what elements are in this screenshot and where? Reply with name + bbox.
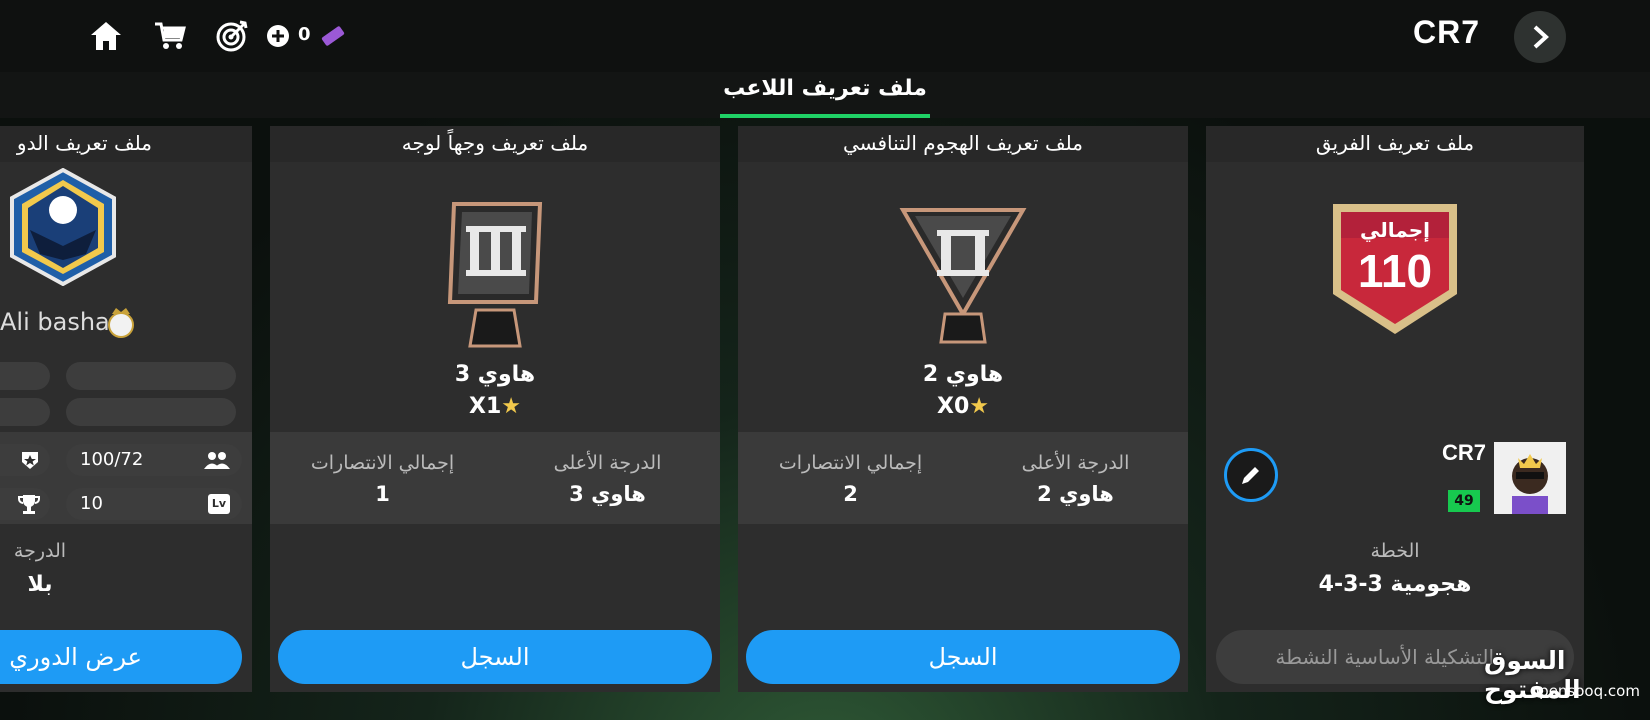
card-title: ملف تعريف الهجوم التنافسي: [738, 126, 1188, 162]
league-level: 10: [80, 493, 103, 514]
best-rank-value: هاوي 3: [569, 482, 646, 506]
tab-player-profile[interactable]: ملف تعريف اللاعب: [720, 76, 930, 118]
formation-value: 4-3-3 هجومية: [1318, 572, 1472, 597]
league-rank-value: بلا: [27, 572, 53, 597]
total-wins-value: 2: [843, 482, 858, 506]
league-field-1: [66, 362, 236, 390]
card-title: ملف تعريف الفريق: [1206, 126, 1584, 162]
league-field-3: [66, 398, 236, 426]
stats-band: الدرجة الأعلى هاوي 2 إجمالي الانتصارات 2: [738, 432, 1188, 524]
rating-badge: إجمالي 110: [1325, 198, 1465, 338]
card-title: ملف تعريف الدو: [0, 126, 252, 162]
badge-value: 110: [1357, 245, 1433, 297]
total-wins-stat: إجمالي الانتصارات 2: [738, 452, 963, 506]
shield-star-icon: [22, 452, 38, 469]
division-3-trophy-icon: [440, 194, 550, 354]
history-button[interactable]: السجل: [278, 630, 712, 684]
league-level-pill: 10 Lv: [66, 488, 242, 520]
watermark-domain: opensooq.com: [1530, 682, 1640, 700]
star-icon: ★: [501, 394, 521, 419]
league-trophy-pill: [0, 488, 50, 520]
star-icon: ★: [969, 394, 989, 419]
stars-count: X0: [936, 394, 970, 419]
rivals-profile-card: ملف تعريف الهجوم التنافسي هاوي 2 X0★ الد…: [738, 126, 1188, 692]
manager-level: 49: [1448, 490, 1480, 512]
home-icon[interactable]: [86, 16, 126, 56]
total-wins-label: إجمالي الانتصارات: [310, 452, 455, 474]
badge-label: إجمالي: [1360, 218, 1430, 242]
chevron-right-icon: [1533, 25, 1549, 49]
division-2-trophy-icon: [893, 202, 1033, 352]
league-rank-pill: [0, 444, 50, 476]
plus-icon[interactable]: [264, 16, 292, 56]
league-field-2: [0, 362, 50, 390]
rank-name: هاوي 3: [454, 362, 536, 387]
team-profile-card: ملف تعريف الفريق إجمالي 110 CR7 49 الخطة…: [1206, 126, 1584, 692]
ticket-icon: [318, 16, 348, 56]
coin-count: 0: [298, 24, 311, 45]
league-crest-icon: [8, 167, 118, 287]
card-title: ملف تعريف وجهاً لوجه: [270, 126, 720, 162]
rank-name: هاوي 2: [922, 362, 1004, 387]
total-wins-value: 1: [375, 482, 390, 506]
tab-underline: [720, 114, 930, 118]
back-button[interactable]: [1514, 11, 1566, 63]
league-rank-label: الدرجة: [13, 540, 67, 562]
club-name: CR7: [1412, 14, 1480, 50]
cart-icon[interactable]: [150, 16, 190, 56]
league-profile-card: ملف تعريف الدو Ali basha 100/72 10 Lv ال…: [0, 126, 252, 692]
stars-count: X1: [468, 394, 502, 419]
h2h-profile-card: ملف تعريف وجهاً لوجه هاوي 3 X1★ الدرجة ا…: [270, 126, 720, 692]
target-icon[interactable]: [212, 16, 252, 56]
league-owner-name: Ali basha: [0, 308, 110, 336]
members-icon: [204, 452, 230, 469]
total-wins-label: إجمالي الانتصارات: [778, 452, 923, 474]
total-wins-stat: إجمالي الانتصارات 1: [270, 452, 495, 506]
trophy-icon: [18, 495, 40, 514]
avatar: [1494, 442, 1566, 514]
level-icon: Lv: [208, 494, 230, 514]
best-rank-value: هاوي 2: [1037, 482, 1114, 506]
best-rank-label: الدرجة الأعلى: [553, 452, 662, 474]
league-members: 100/72: [80, 449, 144, 470]
league-members-pill: 100/72: [66, 444, 242, 476]
best-rank-stat: الدرجة الأعلى هاوي 3: [495, 452, 720, 506]
best-rank-label: الدرجة الأعلى: [1021, 452, 1130, 474]
stats-band: الدرجة الأعلى هاوي 3 إجمالي الانتصارات 1: [270, 432, 720, 524]
league-field-4: [0, 398, 50, 426]
rank-stars: X1★: [270, 394, 720, 419]
formation-label: الخطة: [1370, 540, 1420, 562]
club-badge-icon: [106, 306, 136, 340]
manager-name: CR7: [1441, 440, 1486, 465]
best-rank-stat: الدرجة الأعلى هاوي 2: [963, 452, 1188, 506]
rank-stars: X0★: [738, 394, 1188, 419]
history-button[interactable]: السجل: [746, 630, 1180, 684]
edit-button[interactable]: [1224, 448, 1278, 502]
view-league-button[interactable]: عرض الدوري: [0, 630, 242, 684]
pencil-icon: [1242, 467, 1259, 484]
